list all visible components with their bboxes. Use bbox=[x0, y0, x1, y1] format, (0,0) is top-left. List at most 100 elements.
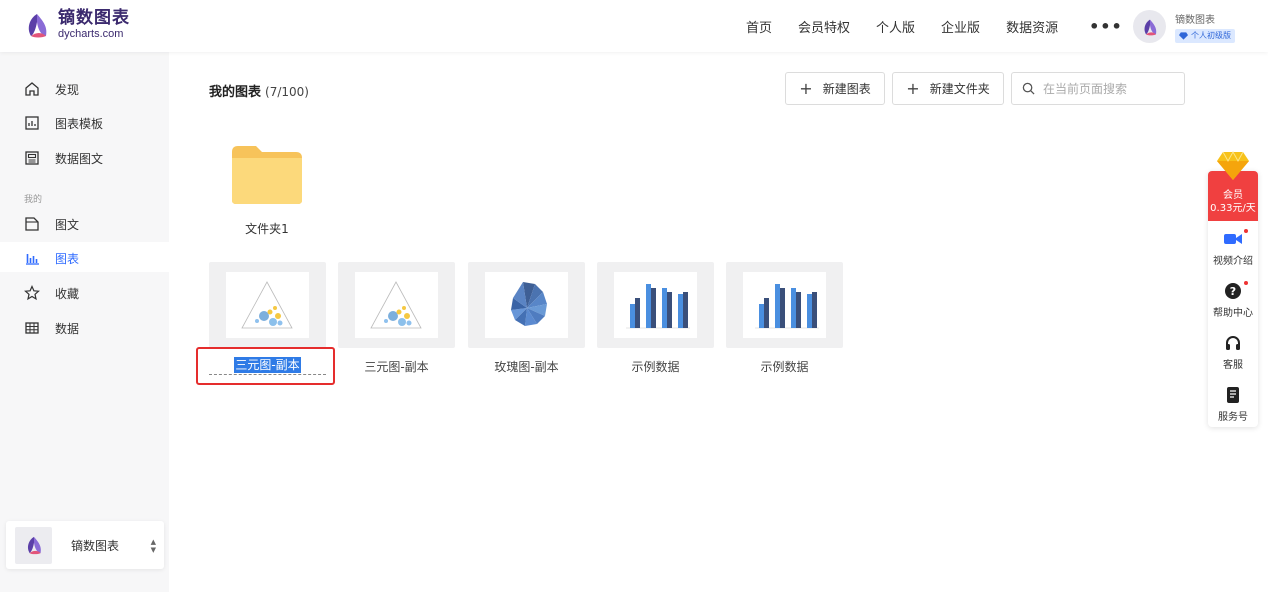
folder-label[interactable]: 文件夹1 bbox=[230, 220, 304, 237]
sidebar-item-charts[interactable]: 图表 bbox=[24, 247, 164, 269]
customer-service-button[interactable]: 客服 bbox=[1208, 333, 1258, 371]
sidebar-item-articles[interactable]: 图文 bbox=[24, 213, 164, 235]
chart-card-rose[interactable] bbox=[468, 262, 585, 348]
bar-chart-icon bbox=[626, 284, 690, 329]
new-folder-label: 新建文件夹 bbox=[929, 82, 990, 96]
chart-rename-selected-text: 三元图-副本 bbox=[234, 356, 301, 373]
rose-chart-icon bbox=[511, 282, 547, 326]
article-icon bbox=[24, 216, 40, 232]
notification-dot bbox=[1244, 281, 1248, 285]
chart-card-ternary-2[interactable] bbox=[338, 262, 455, 348]
team-name: 镝数图表 bbox=[71, 538, 120, 553]
search-input[interactable] bbox=[1043, 81, 1173, 96]
sidebar: 发现 图表模板 数据图文 我的 图文 图表 收藏 数据 镝数图表 ▲ ▼ bbox=[0, 52, 169, 592]
ternary-chart-icon bbox=[370, 281, 422, 329]
chart-label[interactable]: 玫瑰图-副本 bbox=[468, 358, 585, 375]
sidebar-item-data-articles[interactable]: 数据图文 bbox=[24, 147, 164, 169]
table-icon bbox=[24, 320, 40, 336]
bar-chart-icon bbox=[24, 250, 40, 266]
vip-title: 会员 bbox=[1223, 190, 1243, 201]
user-level-badge: 个人初级版 bbox=[1175, 28, 1235, 43]
butterfly-logo-icon bbox=[28, 14, 47, 38]
chart-label[interactable]: 三元图-副本 bbox=[338, 358, 455, 375]
more-menu-icon[interactable]: ••• bbox=[1089, 17, 1123, 36]
new-chart-label: 新建图表 bbox=[822, 82, 871, 96]
chart-thumbnail bbox=[614, 272, 697, 338]
chart-count: (7/100) bbox=[265, 85, 309, 99]
chart-label[interactable]: 示例数据 bbox=[726, 358, 843, 375]
user-menu[interactable]: 镝数图表 个人初级版 bbox=[1133, 10, 1235, 43]
video-intro-button[interactable]: 视频介绍 bbox=[1208, 229, 1258, 267]
butterfly-avatar-icon bbox=[1144, 19, 1156, 35]
team-avatar bbox=[15, 526, 52, 564]
chart-thumbnail bbox=[355, 272, 438, 338]
sidebar-item-discover[interactable]: 发现 bbox=[24, 78, 164, 100]
chart-card-bar-1[interactable] bbox=[597, 262, 714, 348]
plus-icon: + bbox=[799, 79, 813, 98]
headset-icon bbox=[1208, 333, 1258, 353]
vip-price: 0.33元/天 bbox=[1210, 203, 1256, 214]
sidebar-item-label: 图表 bbox=[55, 251, 80, 266]
chart-template-icon bbox=[24, 115, 40, 131]
user-level-label: 个人初级版 bbox=[1191, 31, 1231, 40]
sidebar-item-label: 图文 bbox=[55, 217, 80, 232]
service-account-button[interactable]: 服务号 bbox=[1208, 385, 1258, 423]
team-switcher[interactable]: 镝数图表 ▲ ▼ bbox=[6, 521, 164, 569]
sidebar-item-data[interactable]: 数据 bbox=[24, 317, 164, 339]
nav-personal[interactable]: 个人版 bbox=[876, 17, 915, 36]
brand-name: 镝数图表 bbox=[58, 8, 130, 28]
sidebar-item-favorites[interactable]: 收藏 bbox=[24, 282, 164, 304]
chart-thumbnail bbox=[743, 272, 826, 338]
page-title-text: 我的图表 bbox=[209, 85, 262, 100]
vip-diamond-icon bbox=[1217, 150, 1249, 180]
float-item-label: 服务号 bbox=[1218, 412, 1248, 423]
sidebar-item-label: 图表模板 bbox=[55, 116, 104, 131]
float-item-label: 客服 bbox=[1223, 360, 1243, 371]
new-folder-button[interactable]: + 新建文件夹 bbox=[892, 72, 1004, 105]
sidebar-item-label: 发现 bbox=[55, 82, 80, 97]
sidebar-item-chart-templates[interactable]: 图表模板 bbox=[24, 112, 164, 134]
bar-chart-icon bbox=[755, 284, 819, 329]
chart-label[interactable]: 示例数据 bbox=[597, 358, 714, 375]
home-icon bbox=[24, 81, 40, 97]
sidebar-item-label: 数据 bbox=[55, 321, 80, 336]
chart-thumbnail bbox=[485, 272, 568, 338]
nav-vip[interactable]: 会员特权 bbox=[798, 17, 850, 36]
floating-help-panel: 会员 0.33元/天 视频介绍 ? 帮助中心 客服 服务号 bbox=[1208, 171, 1258, 427]
diamond-icon bbox=[1179, 31, 1188, 40]
notification-dot bbox=[1244, 229, 1248, 233]
chart-thumbnail bbox=[226, 272, 309, 338]
butterfly-team-icon bbox=[27, 536, 41, 555]
sidebar-item-label: 收藏 bbox=[55, 286, 80, 301]
folder-item[interactable] bbox=[230, 144, 304, 206]
data-article-icon bbox=[24, 150, 40, 166]
sort-arrows-icon[interactable]: ▲ ▼ bbox=[151, 538, 156, 554]
ternary-chart-icon bbox=[241, 281, 293, 329]
nav-data-resources[interactable]: 数据资源 bbox=[1006, 17, 1058, 36]
main-nav: 首页 会员特权 个人版 企业版 数据资源 ••• bbox=[733, 0, 1123, 52]
nav-enterprise[interactable]: 企业版 bbox=[941, 17, 980, 36]
search-icon bbox=[1022, 82, 1035, 95]
svg-text:?: ? bbox=[1230, 285, 1236, 298]
folder-icon bbox=[232, 146, 302, 204]
help-center-button[interactable]: ? 帮助中心 bbox=[1208, 281, 1258, 319]
sidebar-section-mine: 我的 bbox=[24, 195, 43, 205]
search-box[interactable] bbox=[1011, 72, 1185, 105]
user-name: 镝数图表 bbox=[1175, 14, 1215, 26]
top-bar: 镝数图表 dycharts.com 首页 会员特权 个人版 企业版 数据资源 •… bbox=[0, 0, 1268, 52]
nav-home[interactable]: 首页 bbox=[746, 17, 772, 36]
float-item-label: 视频介绍 bbox=[1213, 256, 1253, 267]
chart-card-ternary-1[interactable] bbox=[209, 262, 326, 348]
video-icon bbox=[1208, 229, 1258, 249]
float-item-label: 帮助中心 bbox=[1213, 308, 1253, 319]
new-chart-button[interactable]: + 新建图表 bbox=[785, 72, 885, 105]
brand-logo[interactable]: 镝数图表 dycharts.com bbox=[22, 10, 130, 40]
phone-icon bbox=[1208, 385, 1258, 405]
star-icon bbox=[24, 285, 40, 301]
brand-url: dycharts.com bbox=[58, 28, 124, 40]
avatar bbox=[1133, 10, 1166, 43]
plus-icon: + bbox=[906, 79, 920, 98]
chart-rename-input[interactable]: 三元图-副本 bbox=[209, 355, 326, 375]
chart-card-bar-2[interactable] bbox=[726, 262, 843, 348]
page-title: 我的图表 (7/100) bbox=[209, 81, 309, 100]
